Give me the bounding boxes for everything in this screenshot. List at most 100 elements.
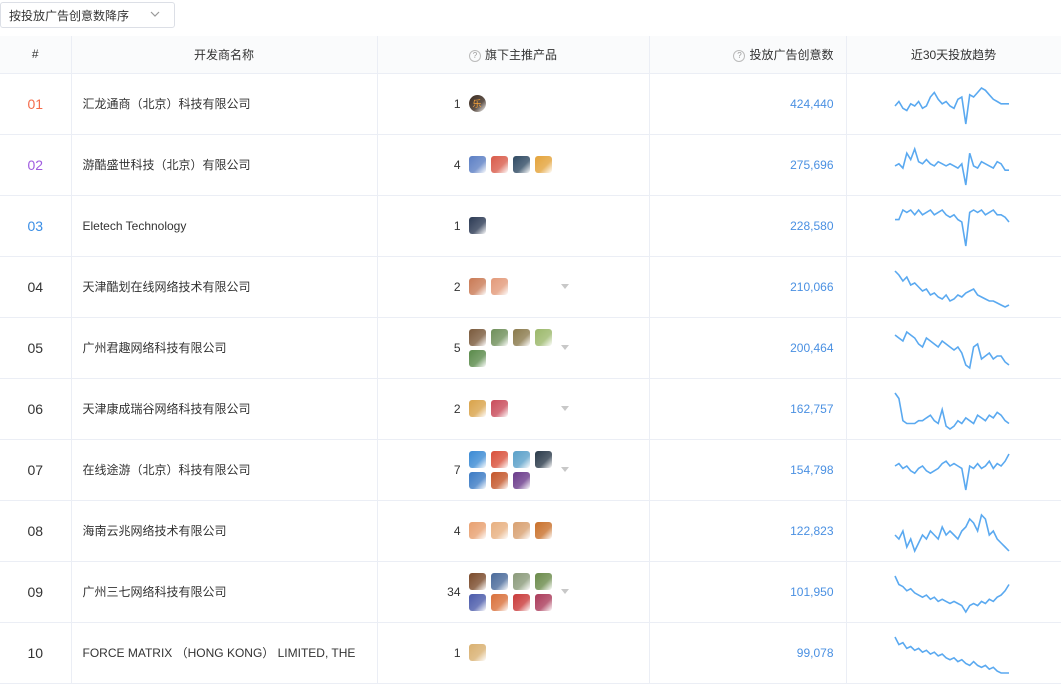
creatives-count[interactable]: 210,066 (649, 256, 847, 318)
products-cell: 4 (377, 134, 650, 196)
product-icons (468, 450, 553, 489)
developer-name[interactable]: 在线途游（北京）科技有限公司 (71, 439, 378, 501)
trend-sparkline (894, 146, 1009, 185)
table-row[interactable]: 01 汇龙通商（北京）科技有限公司 1 乐 424,440 (0, 73, 1061, 135)
trend-cell (846, 500, 1061, 562)
app-icon[interactable] (534, 328, 552, 346)
app-icon[interactable] (490, 278, 508, 295)
app-icon[interactable] (468, 328, 486, 346)
creatives-count[interactable]: 122,823 (649, 500, 847, 562)
table-row[interactable]: 06 天津康成瑞谷网络科技有限公司 2 162,757 (0, 378, 1061, 440)
app-icon[interactable] (468, 644, 486, 661)
products-cell: 1 乐 (377, 73, 650, 135)
app-icon[interactable] (468, 217, 486, 234)
developer-name[interactable]: 天津康成瑞谷网络科技有限公司 (71, 378, 378, 440)
app-icon[interactable] (512, 471, 530, 489)
expand-caret-icon[interactable] (560, 589, 569, 594)
app-icon[interactable] (490, 328, 508, 346)
creatives-count[interactable]: 228,580 (649, 195, 847, 257)
app-icon[interactable] (468, 572, 486, 590)
table-row[interactable]: 03 Eletech Technology 1 228,580 (0, 195, 1061, 257)
product-icons (468, 278, 553, 295)
product-count: 4 (453, 157, 461, 172)
rank-cell: 06 (0, 378, 72, 440)
trend-cell (846, 195, 1061, 257)
expand-caret-icon[interactable] (560, 345, 569, 350)
product-icons (468, 400, 553, 417)
app-icon[interactable] (512, 593, 530, 611)
trend-sparkline (893, 575, 1010, 614)
developer-name[interactable]: 海南云兆网络技术有限公司 (71, 500, 378, 562)
app-icon[interactable] (512, 328, 530, 346)
app-icon[interactable] (534, 522, 552, 539)
app-icon[interactable] (534, 593, 552, 611)
creatives-count[interactable]: 154,798 (649, 439, 847, 501)
developer-name[interactable]: Eletech Technology (71, 195, 378, 257)
developer-name[interactable]: 游酷盛世科技（北京）有限公司 (71, 134, 378, 196)
creatives-count[interactable]: 99,078 (649, 622, 847, 684)
app-icon[interactable] (490, 572, 508, 590)
table-row[interactable]: 05 广州君趣网络科技有限公司 5 200,464 (0, 317, 1061, 379)
creatives-count[interactable]: 162,757 (649, 378, 847, 440)
developer-name[interactable]: 天津酷划在线网络技术有限公司 (71, 256, 378, 318)
table-row[interactable]: 04 天津酷划在线网络技术有限公司 2 210,066 (0, 256, 1061, 318)
developer-table: # 开发商名称 ? 旗下主推产品 ? 投放广告创意数 近30天投放趋势 01 汇龙通… (0, 36, 1061, 684)
expand-caret-icon[interactable] (560, 467, 569, 472)
trend-line (893, 636, 1009, 674)
app-icon[interactable] (512, 522, 530, 539)
developer-name[interactable]: 广州君趣网络科技有限公司 (71, 317, 378, 379)
help-icon[interactable]: ? (733, 49, 746, 62)
trend-sparkline (894, 330, 1009, 369)
header-trend: 近30天投放趋势 (846, 36, 1061, 74)
rank-cell: 04 (0, 256, 72, 318)
app-icon[interactable] (534, 572, 552, 590)
table-row[interactable]: 07 在线途游（北京）科技有限公司 7 154,798 (0, 439, 1061, 501)
developer-name[interactable]: FORCE MATRIX （HONG KONG） LIMITED, THE (71, 622, 378, 684)
app-icon[interactable] (490, 450, 508, 468)
creatives-count[interactable]: 275,696 (649, 134, 847, 196)
header-creatives[interactable]: ? 投放广告创意数 (649, 36, 847, 74)
app-icon[interactable] (468, 471, 486, 489)
trend-sparkline (893, 269, 1009, 308)
app-icon[interactable] (512, 572, 530, 590)
products-cell: 2 (377, 378, 650, 440)
creatives-count[interactable]: 101,950 (649, 561, 847, 623)
app-icon[interactable] (468, 450, 486, 468)
products-cell: 7 (377, 439, 650, 501)
app-icon[interactable]: 乐 (468, 95, 486, 112)
table-row[interactable]: 10 FORCE MATRIX （HONG KONG） LIMITED, THE… (0, 622, 1061, 684)
developer-name[interactable]: 汇龙通商（北京）科技有限公司 (71, 73, 378, 135)
product-count: 34 (447, 584, 461, 599)
app-icon[interactable] (534, 450, 552, 468)
developer-name[interactable]: 广州三七网络科技有限公司 (71, 561, 378, 623)
app-icon[interactable] (490, 522, 508, 539)
expand-caret-icon[interactable] (560, 284, 569, 289)
expand-caret-icon[interactable] (560, 406, 569, 411)
table-row[interactable]: 09 广州三七网络科技有限公司 34 101,950 (0, 561, 1061, 623)
app-icon[interactable] (468, 278, 486, 295)
creatives-count[interactable]: 424,440 (649, 73, 847, 135)
trend-line (894, 146, 1009, 185)
app-icon[interactable] (468, 156, 486, 173)
table-row[interactable]: 02 游酷盛世科技（北京）有限公司 4 275,696 (0, 134, 1061, 196)
product-count: 5 (453, 340, 461, 355)
app-icon[interactable] (512, 450, 530, 468)
app-icon[interactable] (490, 471, 508, 489)
app-icon[interactable] (468, 522, 486, 539)
help-icon[interactable]: ? (468, 49, 481, 62)
app-icon[interactable] (468, 349, 486, 367)
app-icon[interactable] (490, 156, 508, 173)
app-icon[interactable] (512, 156, 530, 173)
creatives-count[interactable]: 200,464 (649, 317, 847, 379)
trend-cell (846, 134, 1061, 196)
app-icon[interactable] (468, 593, 486, 611)
app-icon[interactable] (490, 400, 508, 417)
app-icon[interactable] (490, 593, 508, 611)
product-count: 7 (453, 462, 461, 477)
table-row[interactable]: 08 海南云兆网络技术有限公司 4 122,823 (0, 500, 1061, 562)
app-icon[interactable] (468, 400, 486, 417)
trend-sparkline (894, 208, 1010, 246)
app-icon[interactable] (534, 156, 552, 173)
chevron-down-icon (150, 11, 160, 17)
sort-order-dropdown[interactable]: 按投放广告创意数降序 (0, 2, 175, 28)
